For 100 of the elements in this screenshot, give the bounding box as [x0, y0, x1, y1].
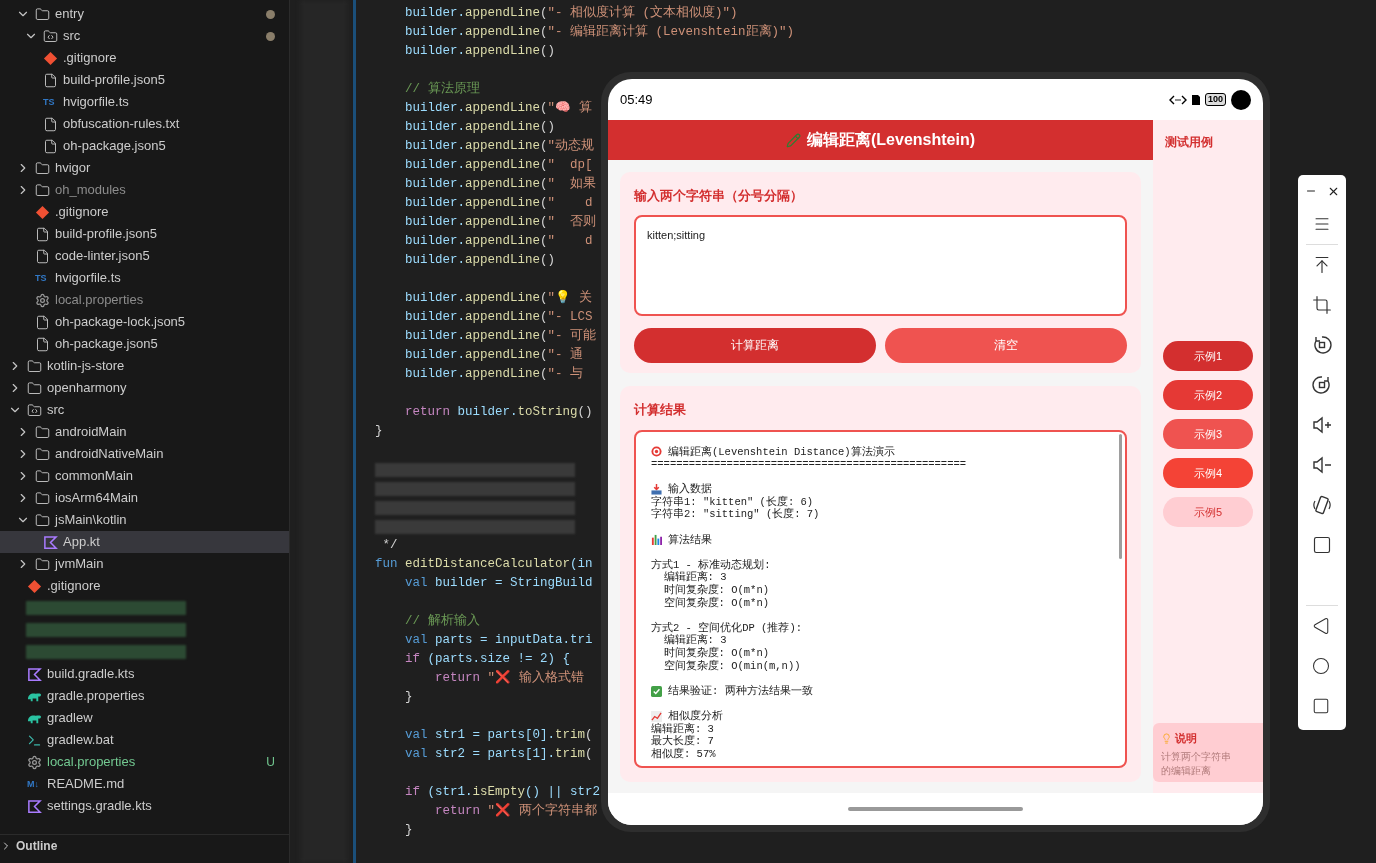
code-line: */: [381, 537, 398, 554]
code-line: val builder = StringBuild: [404, 575, 593, 592]
rotate-device-button[interactable]: [1312, 495, 1332, 515]
example-button[interactable]: 示例4: [1163, 458, 1253, 488]
code-line: builder.appendLine("- LCS: [404, 309, 593, 326]
code-line: }: [404, 689, 413, 706]
code-icon: [1168, 94, 1187, 105]
result-line: 时间复杂度: O(m*n): [662, 584, 769, 597]
folder-icon: [35, 424, 50, 440]
tree-item[interactable]: jsMain\kotlin: [0, 509, 289, 531]
tree-item[interactable]: oh-package.json5: [0, 135, 289, 157]
code-line: builder.appendLine("- 编辑距离计算 (Levenshtein距离)"): [404, 23, 795, 41]
tree-item[interactable]: App.kt: [0, 531, 289, 553]
tree-item[interactable]: entry: [0, 3, 289, 25]
tree-item[interactable]: local.properties U: [0, 751, 289, 773]
example-button[interactable]: 示例1: [1163, 341, 1253, 371]
tree-item[interactable]: commonMain: [0, 465, 289, 487]
tree-item[interactable]: obfuscation-rules.txt: [0, 113, 289, 135]
tree-item[interactable]: oh-package.json5: [0, 333, 289, 355]
result-line: 结果验证: 两种方法结果一致: [668, 684, 813, 698]
lightbulb-icon: [1161, 732, 1172, 744]
app-title: 编辑距离(Levenshtein): [807, 130, 975, 150]
tree-item[interactable]: src: [0, 399, 289, 421]
tree-item[interactable]: gradle.properties: [0, 685, 289, 707]
screenshot-button[interactable]: [1312, 535, 1332, 555]
tree-item[interactable]: build-profile.json5: [0, 223, 289, 245]
tree-item[interactable]: settings.gradle.kts: [0, 795, 289, 817]
tree-item[interactable]: kotlin-js-store: [0, 355, 289, 377]
result-line: 时间复杂度: O(m*n): [662, 647, 769, 660]
tree-item[interactable]: oh_modules: [0, 179, 289, 201]
example-button[interactable]: 示例5: [1163, 497, 1253, 527]
tree-item[interactable]: TS hvigorfile.ts: [0, 267, 289, 289]
volume-up-button[interactable]: [1312, 415, 1332, 435]
code-line: if (str1.isEmpty() || str2: [404, 784, 601, 801]
tree-item[interactable]: gradlew.bat: [0, 729, 289, 751]
result-line: 方式1 - 标准动态规划:: [651, 558, 771, 571]
target-icon: [651, 446, 662, 458]
typescript-icon: TS: [43, 97, 58, 107]
diamond-icon: [35, 204, 50, 220]
result-title: 计算结果: [634, 401, 687, 419]
home-button[interactable]: [1312, 656, 1332, 676]
tree-item[interactable]: local.properties: [0, 289, 289, 311]
tree-item[interactable]: jvmMain: [0, 553, 289, 575]
result-line: 输入数据: [668, 483, 712, 496]
battery-level: 100: [1204, 93, 1226, 106]
tree-item[interactable]: androidNativeMain: [0, 443, 289, 465]
tree-item[interactable]: src: [0, 25, 289, 47]
tree-item[interactable]: M↓ README.md: [0, 773, 289, 795]
info-text: 计算两个字符串的编辑距离: [1161, 749, 1232, 778]
folder-icon: [35, 446, 50, 462]
diamond-icon: [27, 578, 42, 594]
outline-section-header[interactable]: Outline: [0, 834, 289, 856]
side-title: 测试用例: [1164, 134, 1214, 151]
info-title: 说明: [1175, 731, 1197, 746]
code-line: builder.appendLine(): [404, 43, 556, 60]
code-line: builder.appendLine(" 如果: [404, 175, 597, 193]
bar-chart-icon: [651, 534, 662, 546]
tree-item[interactable]: build.gradle.kts: [0, 663, 289, 685]
folder-icon: [35, 556, 50, 572]
code-line: builder.appendLine("动态规: [404, 137, 595, 155]
tree-item[interactable]: .gitignore: [0, 47, 289, 69]
folder-icon: [35, 490, 50, 506]
pencil-icon: [786, 132, 801, 148]
folder-icon: [35, 6, 50, 22]
tree-item[interactable]: iosArm64Main: [0, 487, 289, 509]
crop-button[interactable]: [1312, 295, 1332, 315]
file-icon: [35, 248, 50, 264]
file-icon: [43, 116, 58, 132]
result-line: 编辑距离: 3: [651, 722, 714, 735]
folder-icon: [35, 182, 50, 198]
tree-item[interactable]: openharmony: [0, 377, 289, 399]
input-label: 输入两个字符串（分号分隔）: [634, 187, 804, 205]
tree-item[interactable]: TS hvigorfile.ts: [0, 91, 289, 113]
code-line: builder.appendLine(" 否则: [404, 213, 597, 231]
rotate-right-button[interactable]: [1312, 375, 1332, 395]
rotate-left-button[interactable]: [1312, 335, 1332, 355]
example-button[interactable]: 示例2: [1163, 380, 1253, 410]
kotlin-icon: [43, 534, 58, 550]
tree-item[interactable]: code-linter.json5: [0, 245, 289, 267]
code-line: return "❌ 输入格式错: [434, 669, 584, 687]
tree-item[interactable]: oh-package-lock.json5: [0, 311, 289, 333]
volume-down-button[interactable]: [1312, 455, 1332, 475]
gear-icon: [35, 292, 50, 308]
code-line: builder.appendLine("- 通: [404, 346, 584, 364]
tree-item[interactable]: gradlew: [0, 707, 289, 729]
code-line: builder.appendLine(" d: [404, 233, 593, 250]
tree-item[interactable]: .gitignore: [0, 575, 289, 597]
gear-icon: [27, 754, 42, 770]
tree-item[interactable]: .gitignore: [0, 201, 289, 223]
tree-item[interactable]: build-profile.json5: [0, 69, 289, 91]
tree-item[interactable]: hvigor: [0, 157, 289, 179]
code-line: builder.appendLine(): [404, 119, 556, 136]
code-line: val parts = inputData.tri: [404, 632, 593, 649]
tree-item[interactable]: androidMain: [0, 421, 289, 443]
folder-icon: [27, 402, 42, 418]
input-field[interactable]: kitten;sitting: [634, 214, 1127, 316]
action-button[interactable]: 计算距离: [634, 327, 876, 363]
code-line: builder.appendLine("🧠 算: [404, 99, 592, 117]
code-line: return builder.toString(): [404, 404, 593, 421]
code-line: if (parts.size != 2) {: [404, 651, 571, 668]
